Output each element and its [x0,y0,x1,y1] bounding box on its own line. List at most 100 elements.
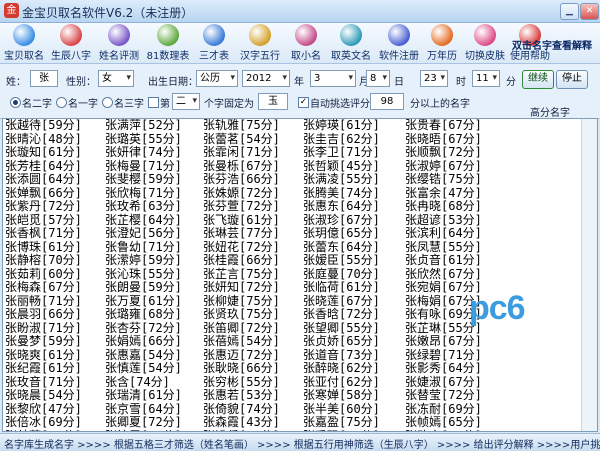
name-entry[interactable]: 张越待[59分] [5,119,82,133]
toolbar-hanzi-wuxing[interactable]: 汉字五行 [236,23,284,63]
name-entry[interactable]: 张望卿[55分] [303,321,380,336]
name-entry[interactable]: 张倍冰[69分] [5,415,82,430]
name-entry[interactable]: 张姝嫄[72分] [203,186,280,201]
gender-select[interactable]: 女 [98,70,134,87]
name-entry[interactable]: 张霏闲[71分] [203,145,280,160]
name-entry[interactable]: 张卿夏[72分] [105,415,182,430]
name-entry[interactable]: 张斐樱[59分] [105,172,182,187]
minimize-icon[interactable]: ▁ [560,3,579,20]
toolbar-name-evaluation[interactable]: 姓名评测 [96,23,142,63]
name-entry[interactable]: 张婷瑛[61分] [303,119,380,133]
toolbar-sancai[interactable]: 三才表 [194,23,234,63]
name-entry[interactable]: 张鲁幼[71分] [105,240,182,255]
toolbar-baby-naming[interactable]: 宝贝取名 [2,23,46,63]
name-entry[interactable]: 张含[74分] [105,375,182,390]
name-entry[interactable]: 张森霞[43分] [203,415,280,430]
continue-button[interactable]: 继续 [522,70,554,89]
toolbar-register[interactable]: 软件注册 [376,23,422,63]
name-entry[interactable]: 张冻耐[69分] [405,402,482,417]
radio-two-char[interactable] [10,97,21,108]
toolbar-81-numerology[interactable]: 81数理表 [144,23,192,63]
name-entry[interactable]: 张蕾东[64分] [303,240,380,255]
name-entry[interactable]: 张香枫[71分] [5,226,82,241]
name-entry[interactable]: 张婕淑[67分] [405,375,482,390]
name-entry[interactable]: 张盼淑[71分] [5,321,82,336]
name-entry[interactable]: 张亚付[62分] [303,375,380,390]
name-entry[interactable]: 张惠东[64分] [303,199,380,214]
name-entry[interactable]: 张瑞清[61分] [105,388,182,403]
name-entry[interactable]: 张贞娇[65分] [303,334,380,349]
name-entry[interactable]: 张缨锆[75分] [405,172,482,187]
name-entry[interactable]: 张耿晓[66分] [203,361,280,376]
name-entry[interactable]: 张改音[75分] [405,429,482,431]
name-entry[interactable]: 张琳芸[77分] [203,226,280,241]
name-entry[interactable]: 张飞璇[61分] [203,213,280,228]
name-entry[interactable]: 张娟嫣[66分] [105,334,182,349]
name-entry[interactable]: 张惠嘉[54分] [105,348,182,363]
name-entry[interactable]: 张桂霞[66分] [203,253,280,268]
name-entry[interactable]: 张曼栎[67分] [203,159,280,174]
radio-one-char[interactable] [56,97,67,108]
name-entry[interactable]: 张京雪[64分] [105,402,182,417]
name-entry[interactable]: 张满凌[55分] [303,172,380,187]
nth-select[interactable]: 二 [172,93,200,110]
name-entry[interactable]: 张黎欣[47分] [5,402,82,417]
name-entry[interactable]: 张淑婷[67分] [405,159,482,174]
name-entry[interactable]: 张惠迈[72分] [203,348,280,363]
hour-select[interactable]: 23 [420,70,448,87]
name-entry[interactable]: 张道音[73分] [303,348,380,363]
name-entry[interactable]: 张哲颖[45分] [303,159,380,174]
toolbar-bazi[interactable]: 生辰八字 [48,23,94,63]
name-entry[interactable]: 张嫒臣[55分] [303,253,380,268]
name-entry[interactable]: 张博珠[61分] [5,240,82,255]
name-entry[interactable]: 张晨羽[66分] [5,307,82,322]
names-list[interactable]: 张越待[59分] 张晴沁[48分] 张璇知[61分] 张芳桂[64分] 张添圆[64分]… [2,118,598,432]
name-entry[interactable]: 张贞音[61分] [405,253,482,268]
name-entry[interactable]: 张潆婷[59分] [105,253,182,268]
name-entry[interactable]: 张凤慧[55分] [405,240,482,255]
name-entry[interactable]: 张贵春[67分] [405,119,482,133]
name-entry[interactable]: 张紫丹[72分] [5,199,82,214]
close-icon[interactable]: ✕ [580,3,599,20]
name-entry[interactable]: 张替莹[72分] [405,388,482,403]
list-scrollbar[interactable] [581,119,597,431]
name-entry[interactable]: 张芳桂[64分] [5,159,82,174]
name-entry[interactable]: 张蓓嫣[54分] [203,334,280,349]
name-entry[interactable]: 张杏芬[72分] [105,321,182,336]
calendar-select[interactable]: 公历 [196,70,238,87]
name-entry[interactable]: 张晓晤[67分] [405,132,482,147]
name-entry[interactable]: 张慎莲[54分] [105,361,182,376]
name-entry[interactable]: 张庭蔓[70分] [303,267,380,282]
name-entry[interactable]: 张晴沁[48分] [5,132,82,147]
surname-input[interactable]: 张 [30,70,58,87]
name-entry[interactable]: 张柳婕[75分] [203,294,280,309]
name-entry[interactable]: 张满萍[52分] [105,119,182,133]
name-entry[interactable]: 张静榕[70分] [5,253,82,268]
toolbar-calendar[interactable]: 万年历 [424,23,460,63]
name-entry[interactable]: 张芬萱[72分] [203,199,280,214]
month-select[interactable]: 3 [310,70,356,87]
name-entry[interactable]: 张芷言[75分] [203,267,280,282]
name-entry[interactable]: 张玫希[63分] [105,199,182,214]
name-entry[interactable]: 张醉晓[62分] [303,361,380,376]
name-entry[interactable]: 张璐英[55分] [105,132,182,147]
radio-three-char[interactable] [102,97,113,108]
stop-button[interactable]: 停止 [556,70,588,89]
name-entry[interactable]: 张穷彬[55分] [203,375,280,390]
name-entry[interactable]: 张万夏[61分] [105,294,182,309]
name-entry[interactable]: 张绿碧[71分] [405,348,482,363]
name-entry[interactable]: 张妞花[72分] [203,240,280,255]
name-entry[interactable]: 张寒婵[58分] [303,388,380,403]
name-entry[interactable]: 张璇知[61分] [5,145,82,160]
minute-select[interactable]: 11 [472,70,500,87]
toolbar-nickname[interactable]: 取小名 [286,23,326,63]
name-entry[interactable]: 张笛卿[72分] [203,321,280,336]
day-select[interactable]: 8 [366,70,390,87]
name-entry[interactable]: 张李卫[71分] [303,145,380,160]
name-entry[interactable]: 张晓晨[54分] [5,388,82,403]
name-entry[interactable]: 张沁珠[55分] [105,267,182,282]
name-entry[interactable]: 张玥億[65分] [303,226,380,241]
name-entry[interactable]: 张欣然[67分] [405,267,482,282]
name-entry[interactable]: 张芷樱[64分] [105,213,182,228]
fixed-char-checkbox[interactable] [148,97,159,108]
